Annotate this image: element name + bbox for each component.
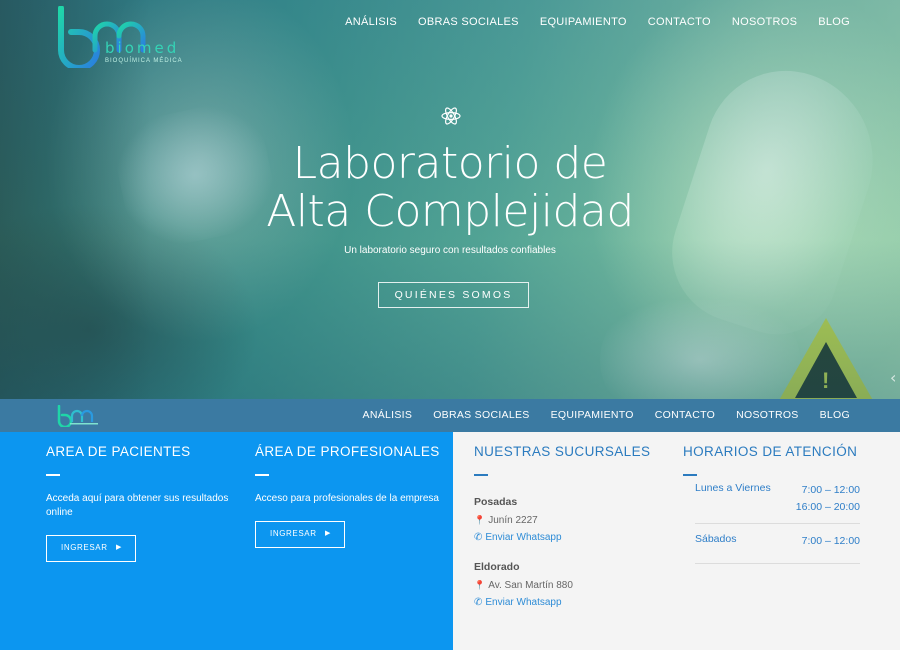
hours-heading: HORARIOS DE ATENCIÓN [683,444,858,459]
branches-heading: NUESTRAS SUCURSALES [474,444,651,459]
sticky-logo-icon[interactable] [56,405,100,427]
heading-divider [683,474,697,476]
heading-divider [474,474,488,476]
hero-title-line-2: Alta Complejidad [266,186,634,237]
nav-item-nosotros[interactable]: NOSOTROS [711,16,797,28]
sticky-header: ANÁLISIS OBRAS SOCIALES EQUIPAMIENTO CON… [0,399,900,432]
patients-heading: AREA DE PACIENTES [46,444,191,459]
branch-address: 📍 Av. San Martín 880 [474,580,573,591]
sticky-nav: ANÁLISIS OBRAS SOCIALES EQUIPAMIENTO CON… [342,409,850,421]
nav-item-obras-sociales[interactable]: OBRAS SOCIALES [397,16,519,28]
patients-login-button[interactable]: INGRESAR ▶ [46,535,136,562]
branch-item: Eldorado 📍 Av. San Martín 880 ✆ Enviar Wha… [474,561,573,608]
nav-item-equipamiento[interactable]: EQUIPAMIENTO [519,16,627,28]
sticky-nav-item-contacto[interactable]: CONTACTO [634,409,715,421]
sticky-nav-item-blog[interactable]: BLOG [799,409,850,421]
hero-subtitle: Un laboratorio seguro con resultados con… [344,245,556,256]
heading-divider [255,474,269,476]
patients-column: AREA DE PACIENTES Acceda aquí para obten… [46,444,246,520]
hours-day: Lunes a Viernes [695,482,771,494]
branch-address-text: Av. San Martín 880 [488,580,573,591]
branch-address-text: Junín 2227 [488,515,538,526]
carousel-next-icon[interactable]: ‹ [890,368,900,387]
chevron-right-icon: ▶ [116,544,122,551]
branch-address: 📍 Junín 2227 [474,515,562,526]
nav-item-blog[interactable]: BLOG [797,16,850,28]
hero-title-line-1: Laboratorio de [292,138,608,189]
map-marker-icon: 📍 [474,515,486,525]
sticky-nav-item-nosotros[interactable]: NOSOTROS [715,409,799,421]
branches-column: NUESTRAS SUCURSALES [474,444,650,476]
sticky-nav-item-obras-sociales[interactable]: OBRAS SOCIALES [412,409,529,421]
professionals-login-label: INGRESAR [270,529,317,538]
info-panel: NUESTRAS SUCURSALES Posadas 📍 Junín 2227 … [453,432,900,650]
branch-name: Posadas [474,496,518,508]
branch-name: Eldorado [474,561,520,573]
hours-table: Lunes a Viernes 7:00 – 12:00 16:00 – 20:… [695,482,860,564]
nav-item-analisis[interactable]: ANÁLISIS [324,16,397,28]
chevron-right-icon: ▶ [325,530,331,537]
hours-row: Lunes a Viernes 7:00 – 12:00 16:00 – 20:… [695,482,860,524]
hours-column: HORARIOS DE ATENCIÓN [683,444,857,476]
whatsapp-icon: ✆ [474,597,483,608]
about-us-button[interactable]: QUIÉNES SOMOS [378,282,529,308]
map-marker-icon: 📍 [474,580,486,590]
professionals-heading: ÁREA DE PROFESIONALES [255,444,440,459]
logo-wordmark: biomed [105,39,180,57]
hours-day: Sábados [695,533,737,545]
whatsapp-link[interactable]: ✆ Enviar Whatsapp [474,597,573,608]
brand-logo[interactable]: biomed BIOQUÍMICA MÉDICA [55,6,185,68]
branch-item: Posadas 📍 Junín 2227 ✆ Enviar Whatsapp [474,496,562,543]
sticky-nav-item-equipamiento[interactable]: EQUIPAMIENTO [530,409,634,421]
hours-times: 7:00 – 12:00 16:00 – 20:00 [796,482,860,515]
whatsapp-link-text: Enviar Whatsapp [485,532,562,543]
whatsapp-link-text: Enviar Whatsapp [485,597,562,608]
patients-login-label: INGRESAR [61,543,108,552]
hours-time: 7:00 – 12:00 [801,535,860,547]
whatsapp-icon: ✆ [474,532,483,543]
hours-row: Sábados 7:00 – 12:00 [695,533,860,564]
logo-tagline: BIOQUÍMICA MÉDICA [105,58,183,64]
nav-item-contacto[interactable]: CONTACTO [627,16,711,28]
professionals-login-button[interactable]: INGRESAR ▶ [255,521,345,548]
hours-time: 16:00 – 20:00 [795,500,860,513]
patients-text: Acceda aquí para obtener sus resultados … [46,493,229,518]
whatsapp-link[interactable]: ✆ Enviar Whatsapp [474,532,562,543]
heading-divider [46,474,60,476]
sticky-nav-item-analisis[interactable]: ANÁLISIS [342,409,413,421]
main-nav: ANÁLISIS OBRAS SOCIALES EQUIPAMIENTO CON… [324,16,850,28]
hours-times: 7:00 – 12:00 [802,533,860,550]
hours-time: 7:00 – 12:00 [801,484,860,496]
professionals-text: Acceso para profesionales de la empresa [255,493,439,504]
hero-section: ! biomed BIOQUÍMICA MÉDICA ANÁLISIS OBRA… [0,0,900,400]
atom-icon [441,107,461,125]
access-panel: AREA DE PACIENTES Acceda aquí para obten… [0,432,453,650]
professionals-column: ÁREA DE PROFESIONALES Acceso para profes… [255,444,450,506]
